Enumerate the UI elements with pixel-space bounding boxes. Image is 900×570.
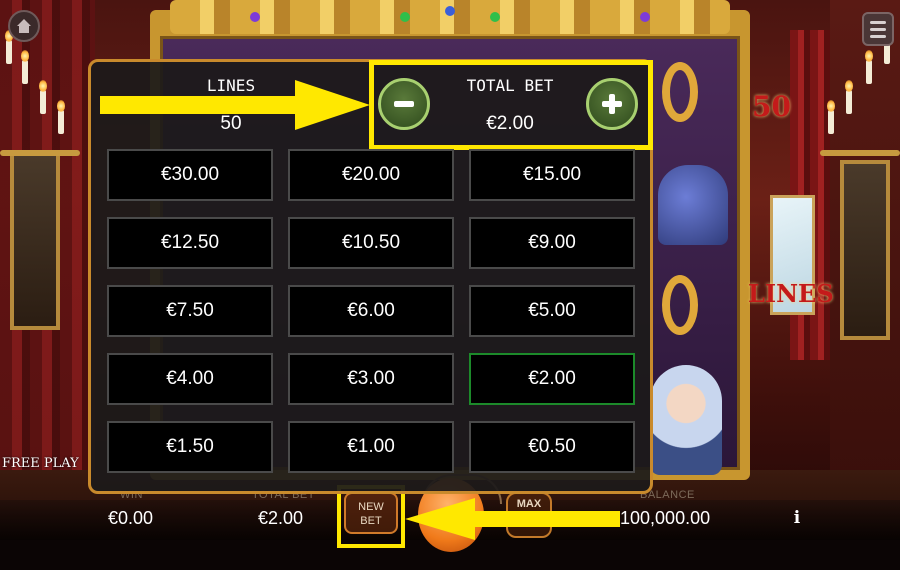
left-wall-painting: [10, 150, 60, 330]
bet-option-button[interactable]: €30.00: [107, 149, 273, 201]
bet-option-button[interactable]: €1.50: [107, 421, 273, 473]
plus-icon: [602, 94, 622, 114]
gem-icon: [640, 12, 650, 22]
bet-option-button[interactable]: €9.00: [469, 217, 635, 269]
candle-icon: [5, 30, 13, 64]
right-wall-painting: [840, 160, 890, 340]
total-bet-value: €2.00: [258, 508, 304, 528]
candle-icon: [39, 80, 47, 114]
candle-icon: [865, 50, 873, 84]
home-button[interactable]: [8, 10, 40, 42]
candle-icon: [21, 50, 29, 84]
bet-option-button[interactable]: €0.50: [469, 421, 635, 473]
bet-option-button[interactable]: €4.00: [107, 353, 273, 405]
gem-icon: [490, 12, 500, 22]
increase-bet-button[interactable]: [586, 78, 638, 130]
candle-icon: [845, 80, 853, 114]
bet-options-grid: €30.00 €20.00 €15.00 €12.50 €10.50 €9.00 €7.50…: [107, 149, 636, 473]
minus-icon: [394, 101, 414, 107]
menu-button[interactable]: [862, 12, 894, 46]
bet-option-button[interactable]: €15.00: [469, 149, 635, 201]
hamburger-icon: [870, 20, 886, 24]
bet-option-button[interactable]: €12.50: [107, 217, 273, 269]
arrow-left-icon: [405, 498, 620, 540]
bet-option-button[interactable]: €3.00: [288, 353, 454, 405]
gold-zero-symbol: [662, 275, 698, 335]
bet-option-button[interactable]: €1.00: [288, 421, 454, 473]
bet-option-button[interactable]: €5.00: [469, 285, 635, 337]
candelabra-base: [820, 150, 900, 156]
candle-icon: [57, 100, 65, 134]
bet-option-button[interactable]: €20.00: [288, 149, 454, 201]
gem-icon: [445, 6, 455, 16]
info-button[interactable]: i: [790, 508, 804, 528]
princess-symbol: [650, 365, 722, 475]
bet-option-button[interactable]: €6.00: [288, 285, 454, 337]
balance-value: €100,000.00: [610, 508, 711, 528]
win-value: €0.00: [108, 508, 154, 528]
panel-total-bet-value: €2.00: [486, 113, 534, 134]
arrow-right-icon: [100, 80, 370, 130]
bet-option-button[interactable]: €7.50: [107, 285, 273, 337]
lines-banner: LINES: [748, 280, 834, 307]
decrease-bet-button[interactable]: [378, 78, 430, 130]
candle-icon: [827, 100, 835, 134]
candelabra-base: [0, 150, 80, 156]
gem-icon: [400, 12, 410, 22]
new-bet-highlight-box: [337, 485, 405, 548]
gold-zero-symbol: [662, 62, 698, 122]
home-icon: [17, 19, 31, 33]
panel-total-bet-label: TOTAL BET: [466, 76, 554, 95]
free-play-label: FREE PLAY: [2, 456, 79, 471]
bet-option-button[interactable]: €2.00: [469, 353, 635, 405]
carriage-symbol: [658, 165, 728, 245]
bet-option-button[interactable]: €10.50: [288, 217, 454, 269]
fifty-banner: 50: [752, 90, 791, 123]
gem-icon: [250, 12, 260, 22]
